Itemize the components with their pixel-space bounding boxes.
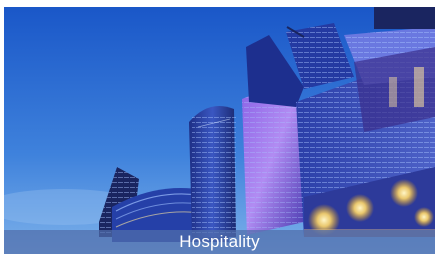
tile-caption[interactable]: Hospitality — [179, 230, 260, 254]
hospitality-tile[interactable]: Hospitality — [4, 7, 435, 254]
skyscrapers-photo — [4, 7, 435, 254]
caption-bar: Hospitality — [4, 230, 435, 254]
